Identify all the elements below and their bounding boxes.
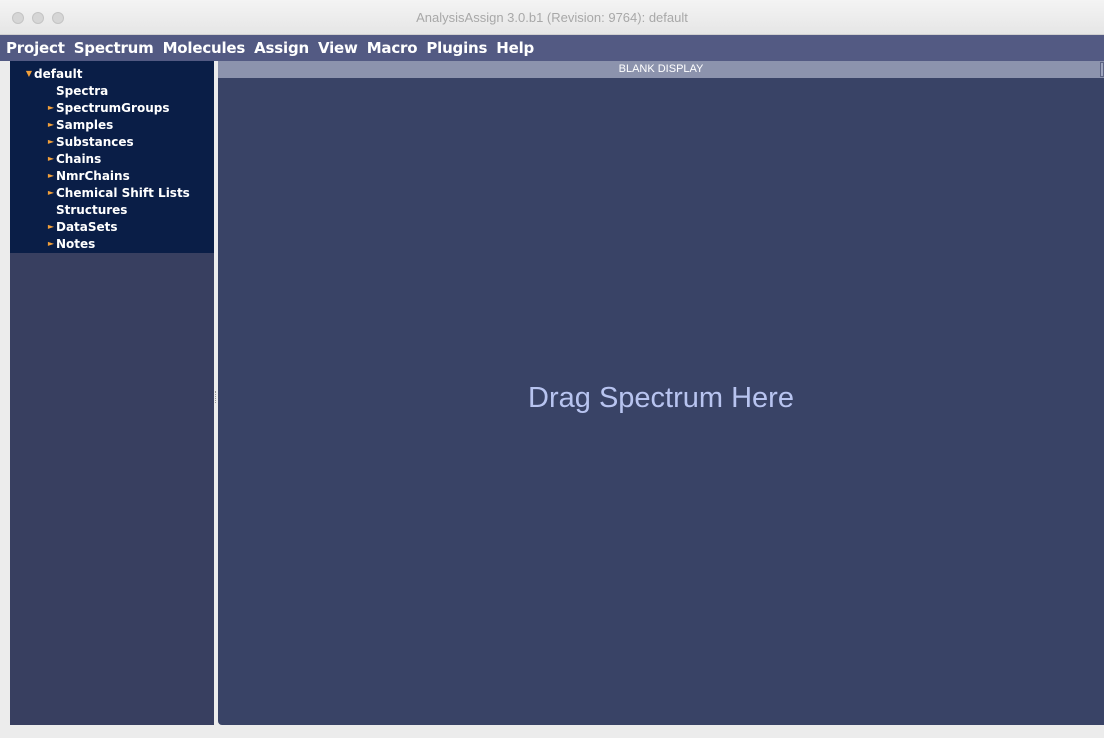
- display-title: BLANK DISPLAY: [618, 63, 704, 75]
- drop-zone-placeholder: Drag Spectrum Here: [528, 382, 794, 414]
- tree-item-chains[interactable]: ► Chains: [10, 150, 214, 167]
- tree-item-chemical-shift-lists[interactable]: ► Chemical Shift Lists: [10, 184, 214, 201]
- menu-macro[interactable]: Macro: [367, 39, 418, 57]
- splitter-grip-icon[interactable]: [215, 391, 217, 403]
- tree-item-nmrchains[interactable]: ► NmrChains: [10, 167, 214, 184]
- spectrum-display[interactable]: BLANK DISPLAY Drag Spectrum Here: [218, 61, 1104, 725]
- tree-item-structures[interactable]: Structures: [10, 201, 214, 218]
- menu-plugins[interactable]: Plugins: [426, 39, 487, 57]
- project-sidebar: ▼ default Spectra ► SpectrumGroups ► Sam…: [10, 61, 214, 725]
- tree-item-notes[interactable]: ► Notes: [10, 235, 214, 252]
- menu-molecules[interactable]: Molecules: [163, 39, 246, 57]
- tree-item-spectra[interactable]: Spectra: [10, 82, 214, 99]
- triangle-right-icon[interactable]: ►: [46, 188, 56, 197]
- tree-item-label: DataSets: [56, 219, 118, 234]
- tree-item-spectrumgroups[interactable]: ► SpectrumGroups: [10, 99, 214, 116]
- triangle-right-icon[interactable]: ►: [46, 239, 56, 248]
- tree-item-substances[interactable]: ► Substances: [10, 133, 214, 150]
- menu-spectrum[interactable]: Spectrum: [74, 39, 154, 57]
- window-titlebar: AnalysisAssign 3.0.b1 (Revision: 9764): …: [0, 0, 1104, 35]
- tree-item-default[interactable]: ▼ default: [10, 65, 214, 82]
- menu-help[interactable]: Help: [496, 39, 534, 57]
- menu-view[interactable]: View: [318, 39, 358, 57]
- tree-item-datasets[interactable]: ► DataSets: [10, 218, 214, 235]
- tree-item-label: SpectrumGroups: [56, 100, 170, 115]
- menu-project[interactable]: Project: [6, 39, 65, 57]
- display-header-handle[interactable]: [1100, 62, 1104, 77]
- tree-item-label: Samples: [56, 117, 114, 132]
- triangle-right-icon[interactable]: ►: [46, 120, 56, 129]
- triangle-right-icon[interactable]: ►: [46, 137, 56, 146]
- triangle-down-icon[interactable]: ▼: [24, 69, 34, 78]
- tree-item-label: Chains: [56, 151, 102, 166]
- tree-item-label: Spectra: [56, 83, 109, 98]
- triangle-right-icon[interactable]: ►: [46, 154, 56, 163]
- tree-item-label: NmrChains: [56, 168, 130, 183]
- window-title: AnalysisAssign 3.0.b1 (Revision: 9764): …: [416, 10, 688, 25]
- triangle-right-icon[interactable]: ►: [46, 171, 56, 180]
- project-tree: ▼ default Spectra ► SpectrumGroups ► Sam…: [10, 61, 214, 253]
- menu-assign[interactable]: Assign: [254, 39, 309, 57]
- tree-item-samples[interactable]: ► Samples: [10, 116, 214, 133]
- tree-item-label: Notes: [56, 236, 96, 251]
- menubar: Project Spectrum Molecules Assign View M…: [0, 35, 1104, 61]
- tree-item-label: Structures: [56, 202, 128, 217]
- status-bar: [0, 725, 1104, 738]
- display-header: BLANK DISPLAY: [218, 61, 1104, 78]
- tree-item-label: Chemical Shift Lists: [56, 185, 190, 200]
- tree-item-label: Substances: [56, 134, 134, 149]
- triangle-right-icon[interactable]: ►: [46, 103, 56, 112]
- tree-item-label: default: [34, 66, 83, 81]
- triangle-right-icon[interactable]: ►: [46, 222, 56, 231]
